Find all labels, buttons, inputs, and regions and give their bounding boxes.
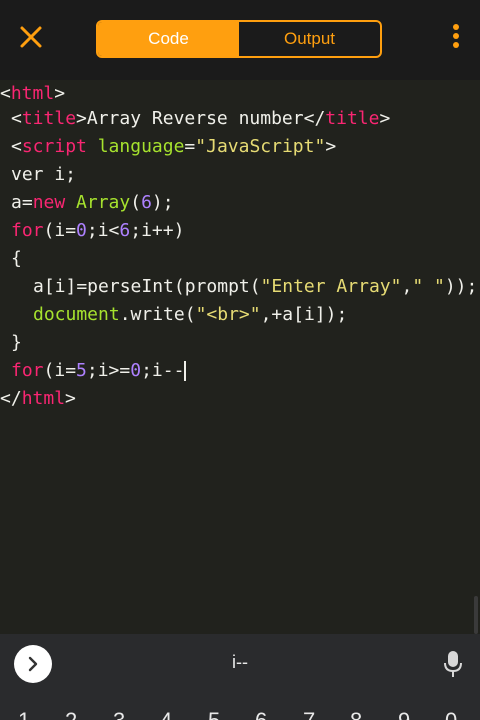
code-line: { bbox=[11, 248, 22, 269]
keyboard-number-row: 1 2 3 4 5 6 7 8 9 0 bbox=[0, 694, 480, 720]
key-3[interactable]: 3 bbox=[113, 708, 125, 720]
code-line: for(i=5;i>=0;i-- bbox=[11, 360, 187, 381]
code-line: <title>Array Reverse number</title> bbox=[11, 108, 391, 129]
tab-code[interactable]: Code bbox=[98, 22, 239, 56]
editor-scrollbar[interactable] bbox=[474, 596, 478, 634]
app-toolbar: Code Output bbox=[0, 0, 480, 80]
code-line: a=new Array(6); bbox=[11, 192, 174, 213]
expand-toolbar-button[interactable] bbox=[14, 645, 52, 683]
more-vertical-icon bbox=[453, 24, 459, 30]
code-line: <script language="JavaScript"> bbox=[11, 136, 337, 157]
keyboard-suggestion-bar: i-- bbox=[0, 634, 480, 694]
close-icon bbox=[20, 26, 42, 48]
tab-output[interactable]: Output bbox=[239, 22, 380, 56]
code-line: a[i]=perseInt(prompt("Enter Array"," "))… bbox=[33, 276, 478, 297]
key-5[interactable]: 5 bbox=[208, 708, 220, 720]
key-8[interactable]: 8 bbox=[350, 708, 362, 720]
code-line: for(i=0;i<6;i++) bbox=[11, 220, 185, 241]
code-line: </html> bbox=[0, 388, 76, 409]
code-line: } bbox=[11, 332, 22, 353]
key-7[interactable]: 7 bbox=[303, 708, 315, 720]
code-line: document.write("<br>",+a[i]); bbox=[33, 304, 348, 325]
word-suggestion[interactable]: i-- bbox=[200, 652, 280, 673]
key-1[interactable]: 1 bbox=[18, 708, 30, 720]
code-editor[interactable]: <html> <title>Array Reverse number</titl… bbox=[0, 80, 480, 634]
key-9[interactable]: 9 bbox=[398, 708, 410, 720]
code-content: <html> <title>Array Reverse number</titl… bbox=[0, 80, 480, 409]
key-4[interactable]: 4 bbox=[160, 708, 172, 720]
more-options-button[interactable] bbox=[448, 24, 464, 54]
close-button[interactable] bbox=[18, 24, 46, 52]
code-line: ver i; bbox=[11, 164, 77, 185]
key-2[interactable]: 2 bbox=[65, 708, 77, 720]
voice-input-button[interactable] bbox=[443, 650, 463, 678]
view-tabs: Code Output bbox=[96, 20, 382, 58]
key-0[interactable]: 0 bbox=[445, 708, 457, 720]
text-cursor bbox=[184, 361, 187, 381]
chevron-right-icon bbox=[28, 656, 38, 672]
key-6[interactable]: 6 bbox=[255, 708, 267, 720]
microphone-icon bbox=[444, 651, 462, 677]
code-line: <html> bbox=[0, 83, 66, 104]
